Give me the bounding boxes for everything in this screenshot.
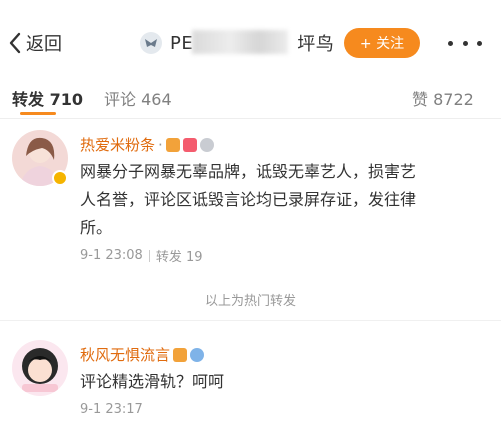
balloon-badge-icon <box>190 347 205 362</box>
timestamp: 9-1 23:08 <box>80 248 143 263</box>
heart-badge-icon <box>182 137 197 152</box>
account-avatar-icon <box>140 32 162 54</box>
tab-divider <box>0 118 501 119</box>
fan-badge-icon <box>165 137 180 152</box>
top-navigation-bar: 返回 PE 坪鸟 + 关注 <box>0 0 501 80</box>
username[interactable]: 秋风无惧流言 <box>80 344 170 365</box>
back-label: 返回 <box>26 34 62 55</box>
redaction-blur <box>192 30 288 54</box>
medal-badge-icon <box>199 137 214 152</box>
meta-divider <box>148 249 150 262</box>
avatar[interactable] <box>12 340 68 396</box>
account-title[interactable]: PE 坪鸟 <box>140 28 334 58</box>
active-tab-indicator <box>20 112 56 115</box>
more-options-icon[interactable] <box>448 32 482 54</box>
tab-reposts[interactable]: 转发 710 <box>12 86 83 110</box>
tab-bar: 转发 710 评论 464 赞 8722 <box>0 80 501 115</box>
account-title-right: 坪鸟 <box>297 34 335 55</box>
repost-meta: 9-1 23:08 转发 19 <box>80 246 203 265</box>
account-title-left: PE <box>170 32 194 54</box>
fan-badge-icon <box>173 347 188 362</box>
repost-text: 网暴分子网暴无辜品牌，诋毁无辜艺人，损害艺 人名誉，评论区诋毁言论均已录屏存证，… <box>80 162 417 237</box>
repost-text: 评论精选滑轨？呵呵 <box>80 372 225 391</box>
repost-meta: 9-1 23:17 <box>80 402 143 417</box>
section-divider <box>0 320 501 321</box>
tab-comments[interactable]: 评论 464 <box>104 86 172 110</box>
follow-button[interactable]: + 关注 <box>344 28 420 58</box>
verified-badge-icon <box>52 170 68 186</box>
name-separator: · <box>158 135 163 154</box>
hot-reposts-label: 以上为热门转发 <box>204 294 296 309</box>
chevron-left-icon <box>9 32 21 54</box>
tab-likes[interactable]: 赞 8722 <box>412 86 474 110</box>
back-button[interactable]: 返回 <box>8 28 62 58</box>
username[interactable]: 热爱米粉条 <box>80 134 155 155</box>
repost-count[interactable]: 转发 19 <box>156 246 203 265</box>
timestamp: 9-1 23:17 <box>80 402 143 417</box>
